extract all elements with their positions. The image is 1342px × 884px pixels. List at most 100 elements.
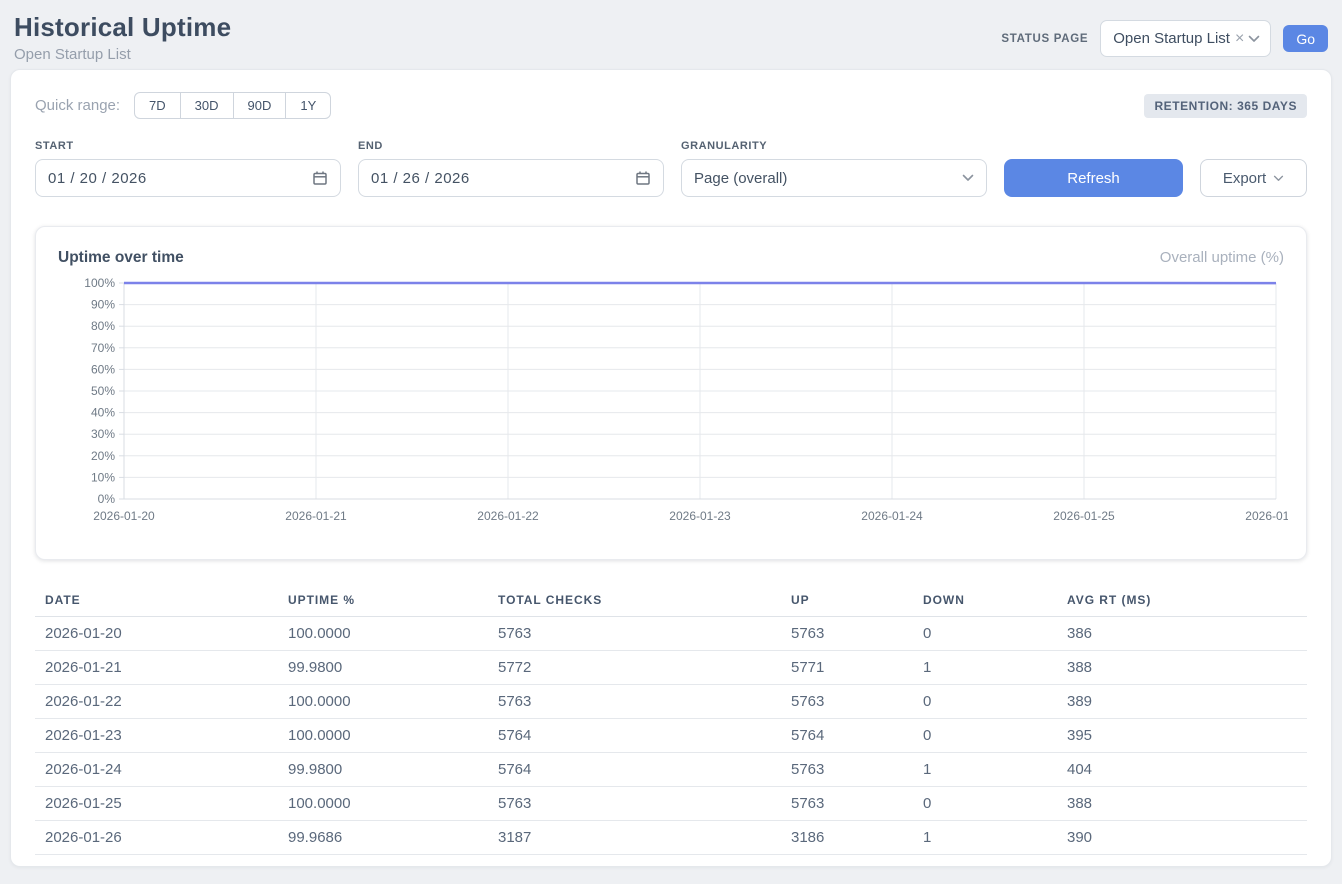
uptime-table: DATEUPTIME %TOTAL CHECKSUPDOWNAVG RT (MS… bbox=[35, 587, 1307, 855]
export-button-label: Export bbox=[1223, 170, 1266, 187]
table-cell: 5763 bbox=[488, 617, 781, 651]
table-cell: 99.9800 bbox=[278, 753, 488, 787]
table-cell: 3186 bbox=[781, 821, 913, 855]
table-cell: 2026-01-22 bbox=[35, 685, 278, 719]
y-axis-tick-label: 100% bbox=[84, 276, 115, 290]
x-axis-tick-label: 2026-01-24 bbox=[861, 509, 923, 523]
table-header-row: DATEUPTIME %TOTAL CHECKSUPDOWNAVG RT (MS… bbox=[35, 587, 1307, 617]
column-header: DOWN bbox=[913, 587, 1057, 617]
quick-range-90d-button[interactable]: 90D bbox=[233, 92, 287, 119]
table-cell: 5763 bbox=[781, 617, 913, 651]
filters-row: START 01 / 20 / 2026 END 01 / 26 / 2026 bbox=[35, 140, 1307, 197]
end-date-input[interactable]: 01 / 26 / 2026 bbox=[358, 159, 664, 197]
end-label: END bbox=[358, 140, 664, 152]
quick-range-label: Quick range: bbox=[35, 97, 120, 114]
table-cell: 0 bbox=[913, 787, 1057, 821]
column-header: AVG RT (MS) bbox=[1057, 587, 1307, 617]
table-cell: 388 bbox=[1057, 651, 1307, 685]
y-axis-tick-label: 90% bbox=[91, 298, 115, 312]
table-cell: 5764 bbox=[488, 719, 781, 753]
quick-range-group-wrap: Quick range: 7D30D90D1Y bbox=[35, 92, 331, 119]
uptime-chart-card: Uptime over time Overall uptime (%) 0% 10… bbox=[35, 226, 1307, 560]
table-cell: 1 bbox=[913, 821, 1057, 855]
column-header: UP bbox=[781, 587, 913, 617]
granularity-select[interactable]: Page (overall) bbox=[681, 159, 987, 197]
y-axis-tick-label: 60% bbox=[91, 362, 115, 376]
table-cell: 5763 bbox=[781, 787, 913, 821]
table-row: 2026-01-20100.0000576357630386 bbox=[35, 617, 1307, 651]
table-head: DATEUPTIME %TOTAL CHECKSUPDOWNAVG RT (MS… bbox=[35, 587, 1307, 617]
table-cell: 5764 bbox=[488, 753, 781, 787]
uptime-chart: 0%10%20%30%40%50%60%70%80%90%100%2026-01… bbox=[58, 275, 1288, 533]
x-axis-tick-label: 2026-01-20 bbox=[93, 509, 155, 523]
table-cell: 5763 bbox=[488, 787, 781, 821]
page-subtitle: Open Startup List bbox=[14, 46, 231, 63]
x-axis-tick-label: 2026-01-22 bbox=[477, 509, 539, 523]
calendar-icon[interactable] bbox=[312, 170, 328, 186]
table-cell: 5763 bbox=[781, 685, 913, 719]
chart-header: Uptime over time Overall uptime (%) bbox=[58, 249, 1284, 267]
table-row: 2026-01-23100.0000576457640395 bbox=[35, 719, 1307, 753]
y-axis-tick-label: 80% bbox=[91, 319, 115, 333]
table-cell: 5763 bbox=[781, 753, 913, 787]
refresh-button[interactable]: Refresh bbox=[1004, 159, 1183, 197]
table-cell: 404 bbox=[1057, 753, 1307, 787]
table-body: 2026-01-20100.00005763576303862026-01-21… bbox=[35, 617, 1307, 855]
quick-range-7d-button[interactable]: 7D bbox=[134, 92, 181, 119]
x-axis-tick-label: 2026-01-26 bbox=[1245, 509, 1288, 523]
x-axis-tick-label: 2026-01-23 bbox=[669, 509, 731, 523]
table-cell: 2026-01-25 bbox=[35, 787, 278, 821]
column-header: TOTAL CHECKS bbox=[488, 587, 781, 617]
main-panel: Quick range: 7D30D90D1Y RETENTION: 365 D… bbox=[10, 69, 1332, 867]
clear-selection-icon[interactable]: × bbox=[1235, 31, 1244, 47]
table-cell: 2026-01-23 bbox=[35, 719, 278, 753]
y-axis-tick-label: 20% bbox=[91, 449, 115, 463]
table-cell: 99.9800 bbox=[278, 651, 488, 685]
table-cell: 1 bbox=[913, 753, 1057, 787]
y-axis-tick-label: 0% bbox=[98, 492, 116, 506]
table-cell: 2026-01-20 bbox=[35, 617, 278, 651]
table-cell: 389 bbox=[1057, 685, 1307, 719]
table-cell: 99.9686 bbox=[278, 821, 488, 855]
chevron-down-icon bbox=[962, 174, 974, 182]
quick-range-group: 7D30D90D1Y bbox=[134, 92, 331, 119]
table-cell: 100.0000 bbox=[278, 719, 488, 753]
table-row: 2026-01-2499.9800576457631404 bbox=[35, 753, 1307, 787]
quick-range-row: Quick range: 7D30D90D1Y RETENTION: 365 D… bbox=[35, 92, 1307, 119]
end-date-value: 01 / 26 / 2026 bbox=[371, 170, 635, 187]
table-row: 2026-01-2199.9800577257711388 bbox=[35, 651, 1307, 685]
export-button[interactable]: Export bbox=[1200, 159, 1307, 197]
table-cell: 2026-01-21 bbox=[35, 651, 278, 685]
column-header: DATE bbox=[35, 587, 278, 617]
start-label: START bbox=[35, 140, 341, 152]
y-axis-tick-label: 40% bbox=[91, 406, 115, 420]
table-cell: 2026-01-24 bbox=[35, 753, 278, 787]
table-cell: 2026-01-26 bbox=[35, 821, 278, 855]
granularity-selected-value: Page (overall) bbox=[694, 170, 962, 187]
calendar-icon[interactable] bbox=[635, 170, 651, 186]
y-axis-tick-label: 70% bbox=[91, 341, 115, 355]
quick-range-30d-button[interactable]: 30D bbox=[180, 92, 234, 119]
y-axis-tick-label: 50% bbox=[91, 384, 115, 398]
table-row: 2026-01-25100.0000576357630388 bbox=[35, 787, 1307, 821]
table-cell: 388 bbox=[1057, 787, 1307, 821]
table-cell: 0 bbox=[913, 617, 1057, 651]
title-block: Historical Uptime Open Startup List bbox=[14, 12, 231, 63]
table-row: 2026-01-22100.0000576357630389 bbox=[35, 685, 1307, 719]
go-button[interactable]: Go bbox=[1283, 25, 1328, 52]
table-cell: 390 bbox=[1057, 821, 1307, 855]
quick-range-1y-button[interactable]: 1Y bbox=[285, 92, 331, 119]
start-date-input[interactable]: 01 / 20 / 2026 bbox=[35, 159, 341, 197]
chart-title: Uptime over time bbox=[58, 249, 184, 267]
status-page-select[interactable]: Open Startup List × bbox=[1100, 20, 1271, 57]
table-cell: 0 bbox=[913, 719, 1057, 753]
end-date-field: END 01 / 26 / 2026 bbox=[358, 140, 664, 197]
start-date-value: 01 / 20 / 2026 bbox=[48, 170, 312, 187]
table-cell: 386 bbox=[1057, 617, 1307, 651]
table-cell: 5771 bbox=[781, 651, 913, 685]
y-axis-tick-label: 10% bbox=[91, 470, 115, 484]
table-cell: 100.0000 bbox=[278, 617, 488, 651]
table-cell: 5763 bbox=[488, 685, 781, 719]
table-cell: 3187 bbox=[488, 821, 781, 855]
table-cell: 5772 bbox=[488, 651, 781, 685]
